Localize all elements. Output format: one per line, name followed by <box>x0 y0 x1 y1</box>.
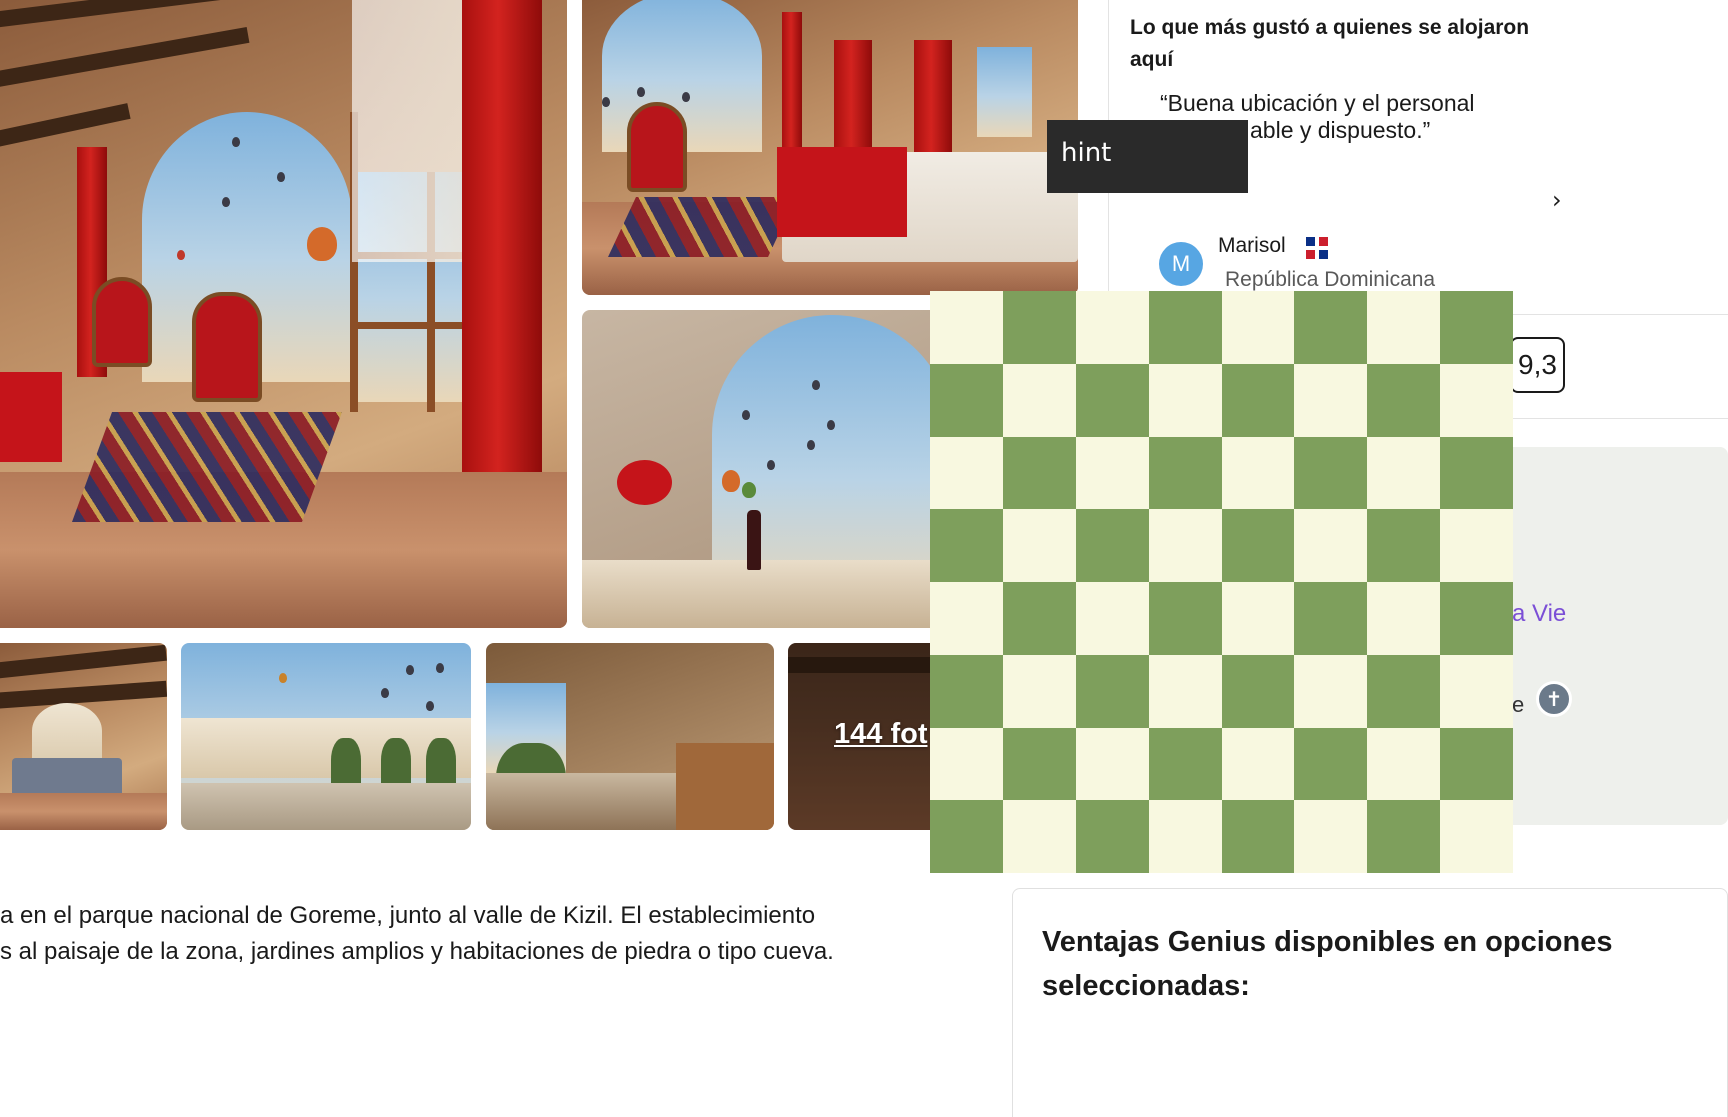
chessboard-square[interactable] <box>1294 291 1368 364</box>
chessboard-square[interactable] <box>930 800 1003 873</box>
cross-pin-icon[interactable]: ✝ <box>1536 681 1572 717</box>
chessboard-square[interactable] <box>1148 363 1222 437</box>
chessboard-square[interactable] <box>1367 363 1441 437</box>
chessboard-square[interactable] <box>1148 727 1222 801</box>
chessboard-square[interactable] <box>1221 291 1295 364</box>
chessboard-square[interactable] <box>1148 800 1222 873</box>
chessboard-square[interactable] <box>930 436 1003 510</box>
chessboard-square[interactable] <box>1367 654 1441 728</box>
chessboard-square[interactable] <box>1002 291 1076 364</box>
chessboard-square[interactable] <box>1002 582 1076 655</box>
chessboard-square[interactable] <box>1075 800 1149 873</box>
chessboard-square[interactable] <box>1367 291 1441 364</box>
chessboard-square[interactable] <box>1294 654 1368 728</box>
thumbnail-photo-3[interactable] <box>486 643 774 830</box>
chessboard-square[interactable] <box>1294 727 1368 801</box>
map-place-label: a Vie <box>1512 600 1567 627</box>
chessboard-square[interactable] <box>1367 582 1441 655</box>
chessboard-square[interactable] <box>1075 509 1149 582</box>
chessboard-square[interactable] <box>1075 654 1149 728</box>
chessboard-square[interactable] <box>1221 727 1295 801</box>
avatar: M <box>1159 242 1203 286</box>
review-score-badge[interactable]: 9,3 <box>1510 337 1565 393</box>
chessboard-square[interactable] <box>1002 800 1076 873</box>
chessboard-square[interactable] <box>1148 291 1222 364</box>
chessboard-square[interactable] <box>1002 436 1076 510</box>
chessboard-square[interactable] <box>1221 436 1295 510</box>
chessboard-square[interactable] <box>1294 436 1368 510</box>
chessboard-square[interactable] <box>930 291 1003 364</box>
chessboard-square[interactable] <box>1440 363 1513 437</box>
bedroom-photo[interactable] <box>582 0 1078 295</box>
chessboard-square[interactable] <box>930 509 1003 582</box>
chessboard-square[interactable] <box>1440 291 1513 364</box>
chessboard-square[interactable] <box>1440 654 1513 728</box>
description-line: s al paisaje de la zona, jardines amplio… <box>0 938 834 965</box>
chessboard-square[interactable] <box>1002 727 1076 801</box>
more-photos-link[interactable]: 144 fot <box>834 718 927 751</box>
chessboard-square[interactable] <box>1367 509 1441 582</box>
chessboard-square[interactable] <box>1440 582 1513 655</box>
chessboard-square[interactable] <box>1440 436 1513 510</box>
description-line: a en el parque nacional de Goreme, junto… <box>0 902 816 929</box>
genius-benefits-title: Ventajas Genius disponibles en opciones … <box>1042 926 1613 1002</box>
chessboard-square[interactable] <box>930 363 1003 437</box>
reviewer-name: Marisol <box>1218 234 1286 257</box>
chessboard-square[interactable] <box>1075 363 1149 437</box>
chessboard-square[interactable] <box>1440 509 1513 582</box>
chessboard-square[interactable] <box>1221 582 1295 655</box>
thumbnail-photo-1[interactable] <box>0 643 167 830</box>
chessboard-square[interactable] <box>1294 800 1368 873</box>
chessboard-square[interactable] <box>1002 363 1076 437</box>
dominican-republic-flag-icon <box>1306 237 1328 259</box>
map-side-label: e <box>1512 692 1525 717</box>
chessboard-square[interactable] <box>1148 436 1222 510</box>
chessboard-square[interactable] <box>1075 291 1149 364</box>
review-highlights-heading: Lo que más gustó a quienes se alojaron a… <box>1130 16 1530 71</box>
chessboard-square[interactable] <box>1221 363 1295 437</box>
chessboard-square[interactable] <box>1221 654 1295 728</box>
chessboard-square[interactable] <box>1075 436 1149 510</box>
chessboard-square[interactable] <box>1002 509 1076 582</box>
chessboard-square[interactable] <box>1148 509 1222 582</box>
chessboard-square[interactable] <box>1367 436 1441 510</box>
chessboard-square[interactable] <box>930 654 1003 728</box>
chessboard-square[interactable] <box>1002 654 1076 728</box>
chessboard-square[interactable] <box>930 727 1003 801</box>
chessboard-square[interactable] <box>930 582 1003 655</box>
chessboard-square[interactable] <box>1075 582 1149 655</box>
chessboard-square[interactable] <box>1221 509 1295 582</box>
chessboard-square[interactable] <box>1294 582 1368 655</box>
chevron-right-icon[interactable]: › <box>1552 186 1572 214</box>
hint-tooltip: hint <box>1047 120 1248 193</box>
main-room-photo[interactable] <box>0 0 567 628</box>
reviewer-country: República Dominicana <box>1225 268 1436 291</box>
chessboard-square[interactable] <box>1294 363 1368 437</box>
chessboard-square[interactable] <box>1294 509 1368 582</box>
chessboard[interactable] <box>930 291 1513 873</box>
chessboard-square[interactable] <box>1367 727 1441 801</box>
chessboard-square[interactable] <box>1075 727 1149 801</box>
chessboard-square[interactable] <box>1440 800 1513 873</box>
review-quote-line: “Buena ubicación y el personal <box>1160 90 1475 116</box>
chessboard-square[interactable] <box>1221 800 1295 873</box>
balloon-view-photo[interactable] <box>582 310 942 628</box>
chessboard-square[interactable] <box>1367 800 1441 873</box>
property-description: a en el parque nacional de Goreme, junto… <box>0 898 930 970</box>
chessboard-square[interactable] <box>1440 727 1513 801</box>
chessboard-square[interactable] <box>1148 582 1222 655</box>
thumbnail-photo-2[interactable] <box>181 643 471 830</box>
chessboard-square[interactable] <box>1148 654 1222 728</box>
